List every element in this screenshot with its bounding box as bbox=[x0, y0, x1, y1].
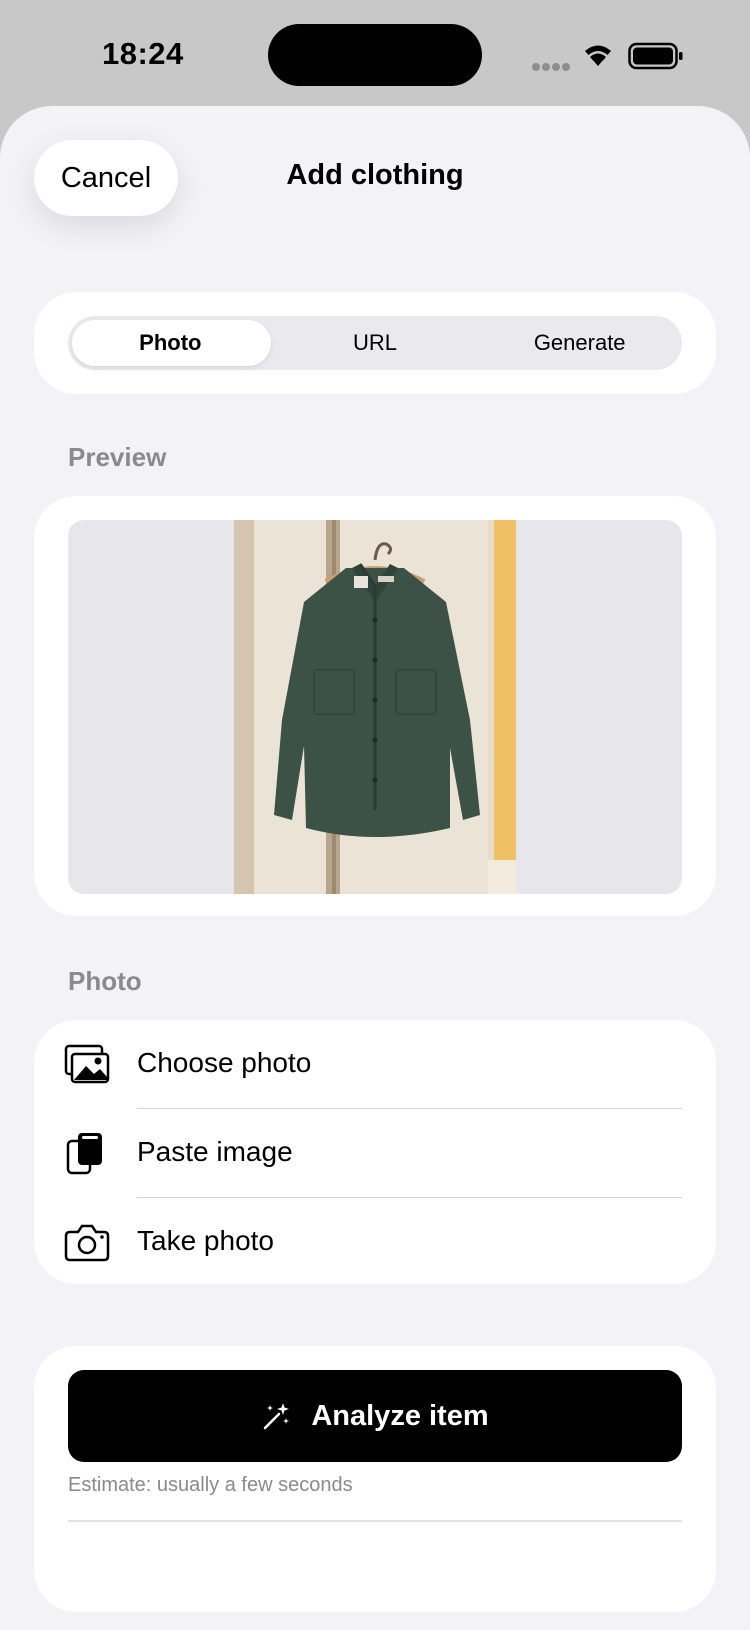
camera-icon bbox=[64, 1224, 110, 1262]
status-time: 18:24 bbox=[102, 36, 184, 71]
tab-generate[interactable]: Generate bbox=[477, 316, 682, 370]
photo-stack-icon bbox=[64, 1044, 110, 1084]
paste-image-row[interactable]: Paste image bbox=[34, 1109, 716, 1197]
status-bar: 18:24 bbox=[0, 0, 750, 110]
dynamic-island bbox=[268, 24, 482, 86]
add-clothing-sheet: Cancel Add clothing Photo URL Generate P… bbox=[0, 106, 750, 1630]
analyze-card: Analyze item Estimate: usually a few sec… bbox=[34, 1346, 716, 1612]
photo-actions-card: Choose photo Paste image Take photo bbox=[34, 1020, 716, 1284]
analyze-item-button[interactable]: Analyze item bbox=[68, 1370, 682, 1462]
preview-card bbox=[34, 496, 716, 916]
divider bbox=[68, 1520, 682, 1522]
paste-image-label: Paste image bbox=[137, 1136, 293, 1167]
take-photo-row[interactable]: Take photo bbox=[34, 1198, 716, 1286]
preview-section-label: Preview bbox=[68, 442, 167, 472]
take-photo-label: Take photo bbox=[137, 1225, 274, 1256]
clothing-preview-image bbox=[234, 520, 516, 894]
choose-photo-label: Choose photo bbox=[137, 1047, 312, 1078]
tab-photo[interactable]: Photo bbox=[68, 316, 273, 370]
paste-icon bbox=[66, 1133, 102, 1175]
cellular-signal-icon bbox=[532, 58, 572, 76]
magic-wand-icon bbox=[264, 1403, 290, 1430]
source-segmented-control: Photo URL Generate bbox=[68, 316, 682, 370]
choose-photo-row[interactable]: Choose photo bbox=[34, 1020, 716, 1108]
preview-area bbox=[68, 520, 682, 894]
tab-url[interactable]: URL bbox=[273, 316, 478, 370]
analyze-item-label: Analyze item bbox=[311, 1399, 489, 1432]
source-picker-card: Photo URL Generate bbox=[34, 292, 716, 394]
estimate-text: Estimate: usually a few seconds bbox=[68, 1474, 353, 1496]
wifi-icon bbox=[585, 45, 611, 66]
battery-icon bbox=[628, 42, 683, 70]
photo-section-label: Photo bbox=[68, 966, 142, 996]
page-title: Add clothing bbox=[286, 159, 464, 191]
